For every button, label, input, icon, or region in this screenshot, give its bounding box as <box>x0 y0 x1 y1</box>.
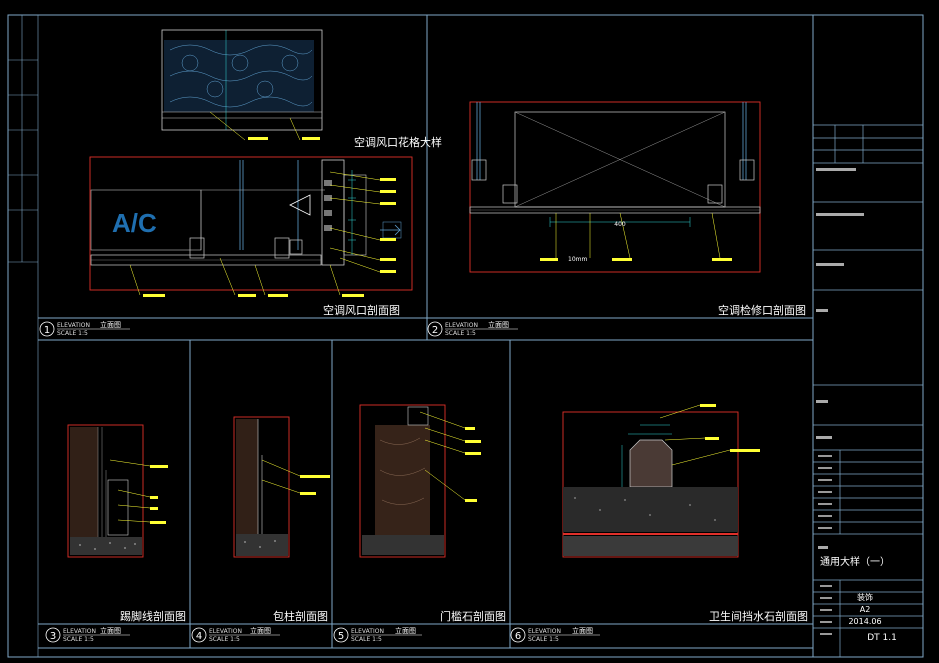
drawing-number: DT 1.1 <box>867 633 897 643</box>
panel-1-scale: SCALE 1:5 <box>57 330 88 337</box>
panel-1-tag-cn: 立面图 <box>100 320 121 329</box>
panel-5-number: 5 <box>338 631 344 642</box>
panel-badges <box>39 321 526 643</box>
panel-2-scale: SCALE 1:5 <box>445 330 476 337</box>
dimension-10mm: 10mm <box>568 256 587 263</box>
sheet-title: 通用大样（一） <box>820 555 890 568</box>
panel-6-title: 卫生间挡水石剖面图 <box>709 609 808 623</box>
issue-date: 2014.06 <box>848 617 881 626</box>
ac-access-section <box>469 101 761 273</box>
panel-6-scale: SCALE 1:5 <box>528 636 559 643</box>
title-block <box>813 124 923 657</box>
panel-1-title: 空调风口剖面图 <box>323 303 400 317</box>
grille-detail-title: 空调风口花格大样 <box>354 135 442 149</box>
panel-4-tag-cn: 立面图 <box>250 626 271 635</box>
skirting-section <box>67 424 168 558</box>
panel-3-tag: ELEVATION <box>63 628 96 635</box>
panel-4-number: 4 <box>196 631 202 642</box>
panel-2-title: 空调检修口剖面图 <box>718 303 806 317</box>
water-stop-section <box>562 404 760 558</box>
drawing-sheet: 通用大样（一） 装饰 A2 2014.06 DT 1.1 空调风口花格大样 A/… <box>7 14 924 658</box>
panel-2-tag-cn: 立面图 <box>488 320 509 329</box>
dimension-400: 400 <box>614 221 626 228</box>
panel-4-scale: SCALE 1:5 <box>209 636 240 643</box>
paper-size: A2 <box>860 605 871 614</box>
panel-3-number: 3 <box>50 631 56 642</box>
panel-4-title: 包柱剖面图 <box>273 609 328 623</box>
panel-4-tag: ELEVATION <box>209 628 242 635</box>
binding-strip <box>8 15 39 657</box>
panel-5-tag: ELEVATION <box>351 628 384 635</box>
ac-unit-label: A/C <box>112 208 157 238</box>
sheet-grid <box>38 15 814 657</box>
panel-1-number: 1 <box>44 325 50 336</box>
panel-5-scale: SCALE 1:5 <box>351 636 382 643</box>
panel-5-title: 门槛石剖面图 <box>440 609 506 623</box>
panel-6-tag-cn: 立面图 <box>572 626 593 635</box>
panel-6-tag: ELEVATION <box>528 628 561 635</box>
grille-detail <box>161 29 323 141</box>
column-wrap-section <box>233 416 330 558</box>
panel-1-tag: ELEVATION <box>57 322 90 329</box>
panel-6-number: 6 <box>515 631 521 642</box>
title-block-value-a: 装饰 <box>857 592 873 602</box>
panel-2-number: 2 <box>432 325 438 336</box>
panel-3-title: 踢脚线剖面图 <box>120 609 186 623</box>
threshold-section <box>359 404 481 558</box>
panel-5-tag-cn: 立面图 <box>395 626 416 635</box>
panel-3-tag-cn: 立面图 <box>100 626 121 635</box>
panel-2-tag: ELEVATION <box>445 322 478 329</box>
panel-3-scale: SCALE 1:5 <box>63 636 94 643</box>
